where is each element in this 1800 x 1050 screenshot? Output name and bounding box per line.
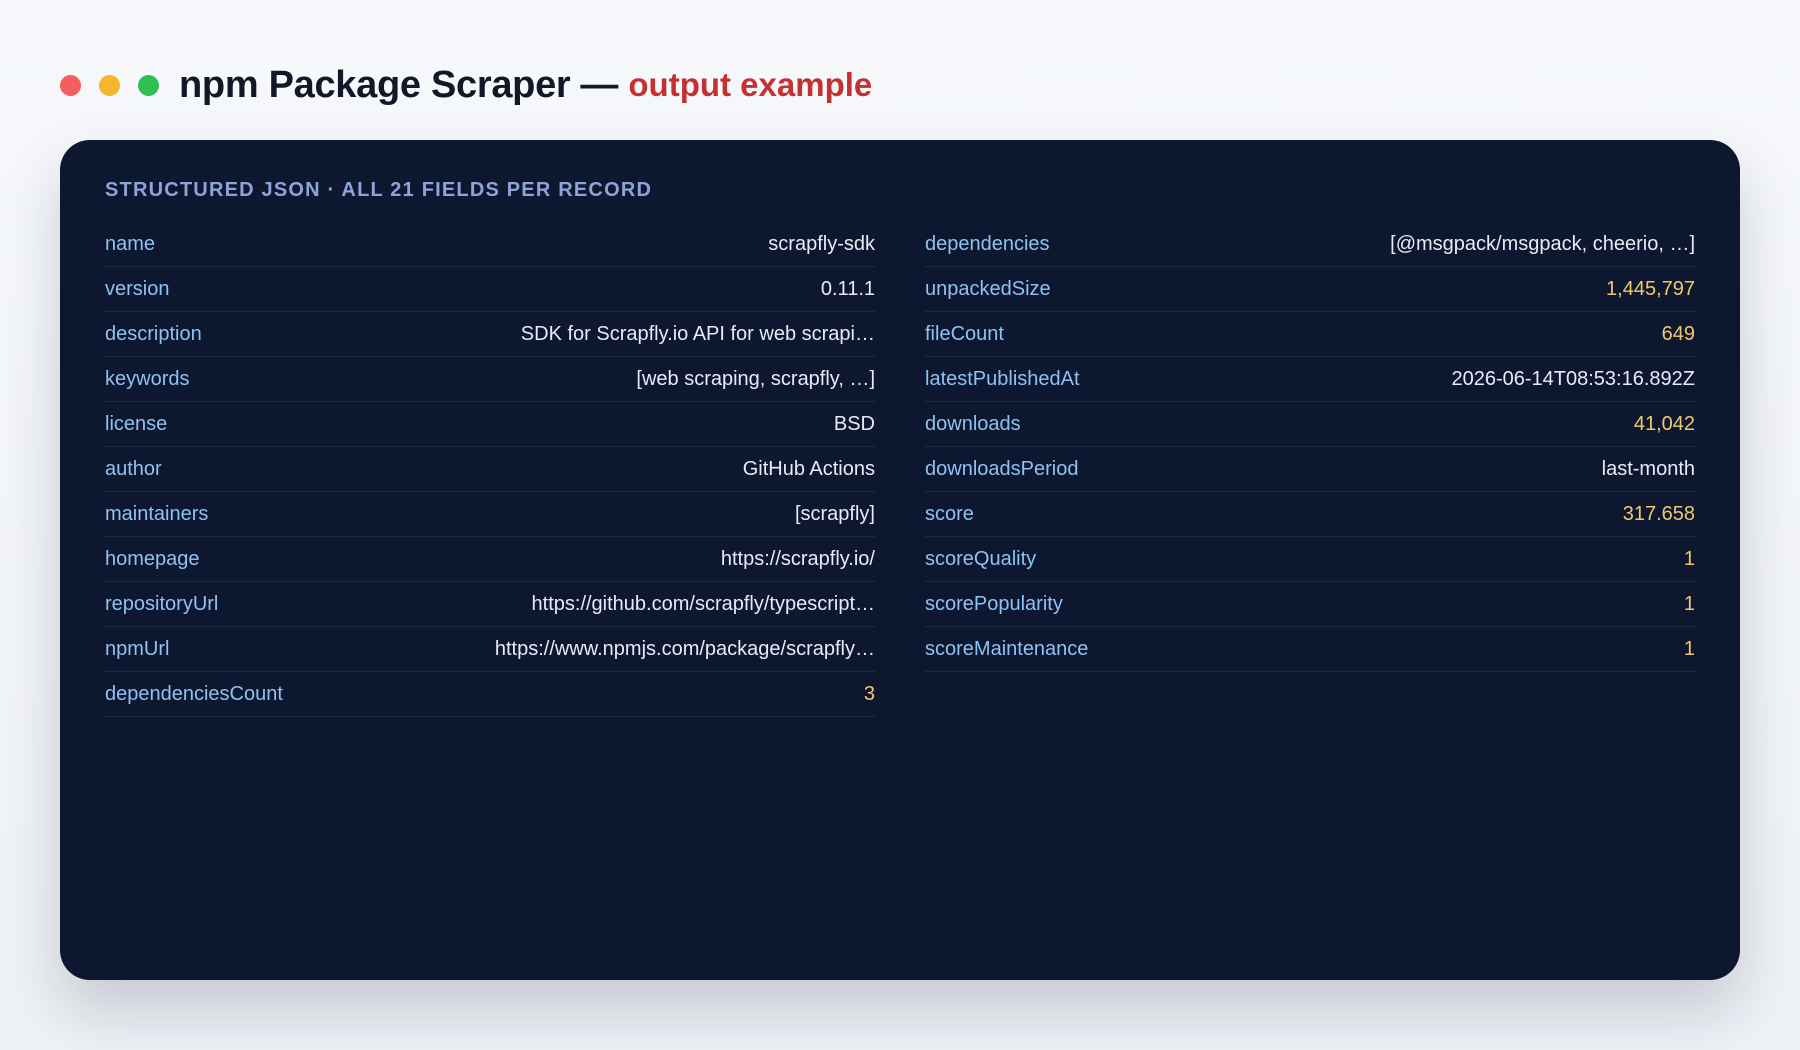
field-row: score 317.658 [925,492,1695,537]
field-key: scoreQuality [925,547,1037,570]
field-key: downloadsPeriod [925,457,1079,480]
field-value: https://www.npmjs.com/package/scrapfly… [494,637,875,660]
field-key: unpackedSize [925,277,1051,300]
field-key: version [105,277,170,300]
panel-heading: STRUCTURED JSON · ALL 21 FIELDS PER RECO… [105,179,653,201]
field-row: description SDK for Scrapfly.io API for w… [105,312,875,357]
field-key: author [105,457,162,480]
right-field-column: dependencies [@msgpack/msgpack, cheerio, … [925,222,1695,717]
field-row: homepage https://scrapfly.io/ [105,537,875,582]
field-value: 1 [1683,637,1695,660]
field-key: keywords [105,367,190,390]
field-key: homepage [105,547,200,570]
minimize-window-dot-icon[interactable] [99,74,120,96]
field-row: downloadsPeriod last-month [925,447,1695,492]
field-row: scoreQuality 1 [925,537,1695,582]
field-value: SDK for Scrapfly.io API for web scrapi… [520,322,875,345]
field-value: last-month [1601,457,1695,480]
field-row: unpackedSize 1,445,797 [925,267,1695,312]
field-value: [@msgpack/msgpack, cheerio, …] [1390,232,1695,255]
field-key: npmUrl [105,637,170,660]
field-key: description [105,322,202,345]
field-row: npmUrl https://www.npmjs.com/package/scra… [105,627,875,672]
field-value: GitHub Actions [742,457,875,480]
field-row: name scrapfly-sdk [105,222,875,267]
field-row: dependenciesCount 3 [105,672,875,717]
field-key: fileCount [925,322,1004,345]
left-field-column: name scrapfly-sdk version 0.11.1 descripti… [105,222,875,717]
field-value: 1,445,797 [1606,277,1695,300]
field-row: dependencies [@msgpack/msgpack, cheerio, … [925,222,1695,267]
field-row: license BSD [105,402,875,447]
field-value: 1 [1683,547,1695,570]
field-key: downloads [925,412,1021,435]
field-row: version 0.11.1 [105,267,875,312]
field-key: repositoryUrl [105,592,219,615]
field-value: 3 [863,682,875,705]
window-subtitle: output example [628,66,873,103]
field-key: license [105,412,168,435]
maximize-window-dot-icon[interactable] [138,74,159,96]
field-value: 0.11.1 [820,277,875,300]
field-value: 1 [1683,592,1695,615]
field-value: https://github.com/scrapfly/typescript… [531,592,875,615]
field-key: name [105,232,156,255]
field-key: maintainers [105,502,209,525]
field-row: keywords [web scraping, scrapfly, …] [105,357,875,402]
field-key: dependencies [925,232,1050,255]
field-key: dependenciesCount [105,682,283,705]
title-dash: — [580,63,619,106]
field-value: scrapfly-sdk [768,232,875,255]
field-row: scorePopularity 1 [925,582,1695,627]
json-output-panel: STRUCTURED JSON · ALL 21 FIELDS PER RECO… [60,140,1740,980]
field-value: 41,042 [1633,412,1695,435]
close-window-dot-icon[interactable] [60,74,81,96]
field-key: score [925,502,974,525]
field-key: scorePopularity [925,592,1063,615]
field-row: author GitHub Actions [105,447,875,492]
field-key: scoreMaintenance [925,637,1089,660]
field-value: [web scraping, scrapfly, …] [636,367,875,390]
field-value: https://scrapfly.io/ [720,547,875,570]
field-row: repositoryUrl https://github.com/scrapfly… [105,582,875,627]
field-value: 317.658 [1622,502,1695,525]
field-row: maintainers [scrapfly] [105,492,875,537]
field-row: fileCount 649 [925,312,1695,357]
field-value: BSD [833,412,875,435]
field-row: scoreMaintenance 1 [925,627,1695,672]
field-value: 2026-06-14T08:53:16.892Z [1451,367,1695,390]
field-columns: name scrapfly-sdk version 0.11.1 descripti… [105,222,1695,717]
field-value: [scrapfly] [794,502,875,525]
field-row: downloads 41,042 [925,402,1695,447]
window-title: npm Package Scraper [179,63,571,106]
title-bar: npm Package Scraper — output example [60,58,872,112]
field-row: latestPublishedAt 2026-06-14T08:53:16.892… [925,357,1695,402]
field-value: 649 [1661,322,1695,345]
field-key: latestPublishedAt [925,367,1080,390]
